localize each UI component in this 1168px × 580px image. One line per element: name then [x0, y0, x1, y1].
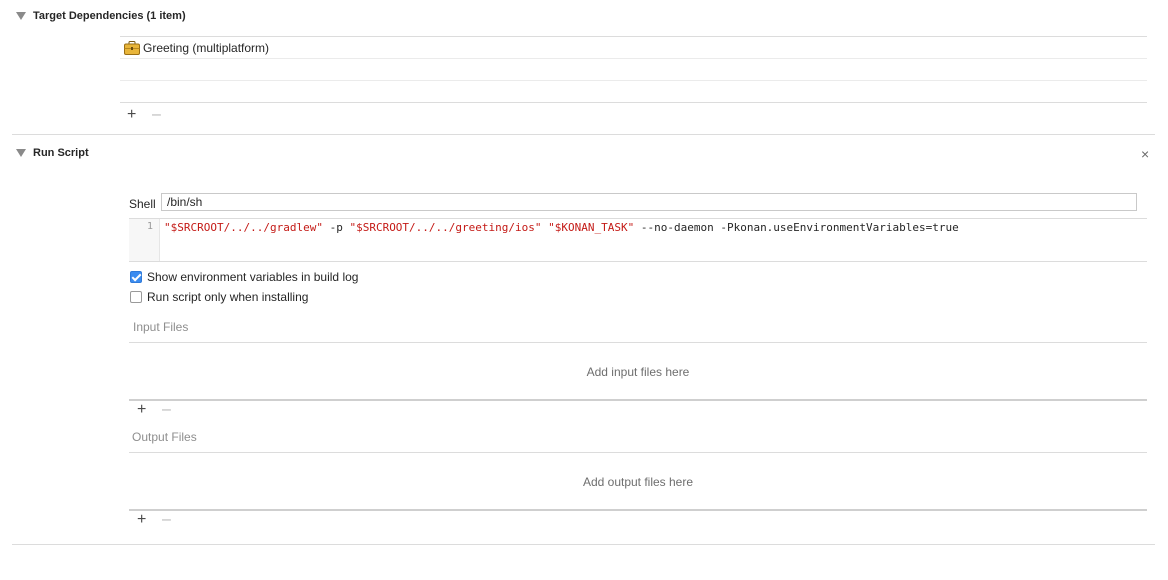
output-files-dropzone[interactable]: Add output files here [129, 475, 1147, 489]
script-token: --no-daemon -Pkonan.useEnvironmentVariab… [634, 221, 959, 234]
input-files-label: Input Files [133, 320, 189, 334]
remove-dependency-button[interactable]: – [152, 107, 161, 123]
target-dependencies-title: Target Dependencies (1 item) [33, 10, 186, 22]
line-number: 1 [147, 221, 154, 232]
script-line: "$SRCROOT/../../gradlew" -p "$SRCROOT/..… [164, 221, 959, 234]
add-input-file-button[interactable]: + [137, 402, 146, 418]
script-token: "$SRCROOT/../../gradlew" [164, 221, 323, 234]
divider [129, 342, 1147, 343]
input-files-dropzone[interactable]: Add input files here [129, 365, 1147, 379]
script-token: "$KONAN_TASK" [548, 221, 635, 234]
script-token: "$SRCROOT/../../greeting/ios" [349, 221, 542, 234]
section-separator [12, 134, 1155, 135]
divider [129, 452, 1147, 453]
output-files-label: Output Files [132, 430, 197, 444]
divider [120, 102, 1147, 103]
disclosure-triangle-icon[interactable] [16, 12, 26, 20]
add-output-file-button[interactable]: + [137, 512, 146, 528]
remove-input-file-button[interactable]: – [162, 402, 171, 418]
divider [120, 58, 1147, 59]
show-env-checkbox[interactable] [130, 271, 142, 283]
briefcase-icon [124, 41, 140, 55]
dependency-item[interactable]: Greeting (multiplatform) [120, 39, 1147, 58]
remove-output-file-button[interactable]: – [162, 512, 171, 528]
show-env-label: Show environment variables in build log [147, 270, 359, 284]
shell-label: Shell [129, 197, 156, 211]
divider [129, 399, 1147, 401]
run-only-installing-label: Run script only when installing [147, 290, 309, 304]
script-token: -p [322, 221, 350, 234]
run-script-title: Run Script [33, 147, 89, 159]
divider [120, 80, 1147, 81]
run-only-installing-checkbox[interactable] [130, 291, 142, 303]
disclosure-triangle-icon[interactable] [16, 149, 26, 157]
shell-input[interactable] [161, 193, 1137, 211]
section-separator [12, 544, 1155, 545]
dependency-item-label: Greeting (multiplatform) [143, 41, 270, 55]
script-editor[interactable]: 1 "$SRCROOT/../../gradlew" -p "$SRCROOT/… [129, 218, 1147, 262]
divider [129, 509, 1147, 511]
add-dependency-button[interactable]: + [127, 107, 136, 123]
close-icon[interactable]: × [1141, 146, 1149, 162]
line-gutter [129, 219, 160, 261]
divider [120, 36, 1147, 37]
